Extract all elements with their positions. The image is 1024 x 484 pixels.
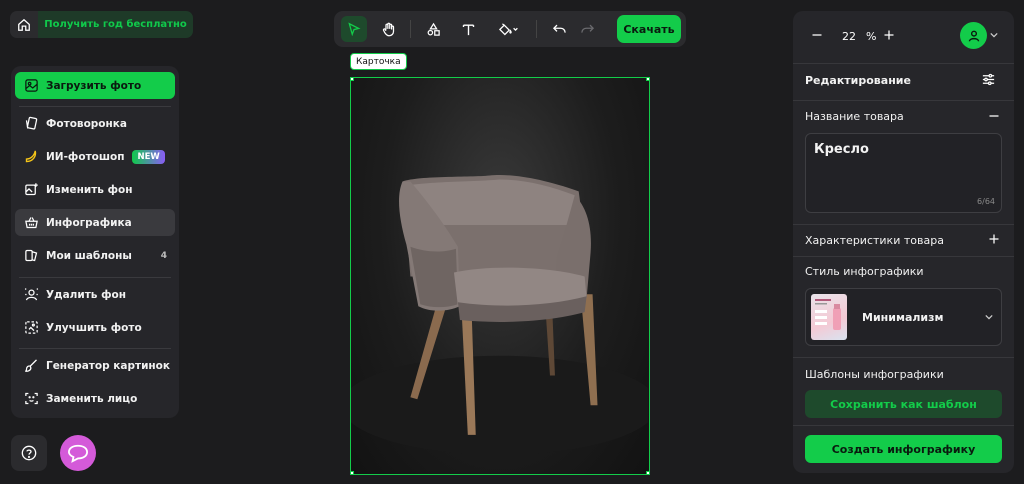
divider <box>793 357 1014 358</box>
style-name: Минимализм <box>862 310 944 324</box>
zoom-value[interactable]: 22 <box>842 30 856 43</box>
sidebar-item-label: Удалить фон <box>46 288 126 301</box>
top-toolbar: Скачать <box>334 11 686 47</box>
hand-icon <box>381 22 396 37</box>
product-name-field[interactable]: Кресло 6/64 <box>805 133 1002 213</box>
divider <box>19 277 171 278</box>
editing-title: Редактирование <box>805 74 911 87</box>
resize-handle[interactable] <box>646 78 649 81</box>
divider <box>793 100 1014 101</box>
divider <box>19 348 171 349</box>
select-tool-button[interactable] <box>341 16 367 42</box>
cards-icon <box>22 115 40 133</box>
left-sidebar: Загрузить фото Фотоворонка ИИ-фотошоп NE… <box>11 66 179 418</box>
style-select[interactable]: Минимализм <box>805 288 1002 346</box>
sidebar-item-label: Фотоворонка <box>46 117 127 130</box>
zoom-out-button[interactable] <box>811 29 823 41</box>
divider <box>19 106 171 107</box>
sidebar-item-change-background[interactable]: Изменить фон <box>15 176 175 203</box>
product-name-value: Кресло <box>814 142 869 157</box>
sidebar-item-remove-background[interactable]: Удалить фон <box>15 281 175 308</box>
divider <box>536 20 537 38</box>
sidebar-item-upload-photo[interactable]: Загрузить фото <box>15 72 175 99</box>
enhance-icon <box>22 319 40 337</box>
collapse-minus-icon[interactable] <box>988 110 1000 122</box>
new-badge: NEW <box>132 149 165 164</box>
sidebar-item-label: ИИ-фотошоп <box>46 150 125 163</box>
sidebar-item-face-swap[interactable]: Заменить лицо <box>15 385 175 412</box>
divider <box>793 256 1014 257</box>
style-thumbnail <box>811 294 847 340</box>
help-button[interactable] <box>11 435 47 471</box>
sidebar-item-my-templates[interactable]: Мои шаблоны 4 <box>15 242 175 269</box>
face-scan-icon <box>22 390 40 408</box>
upload-image-icon <box>22 77 40 95</box>
shapes-icon <box>426 22 441 37</box>
expand-plus-icon[interactable] <box>988 233 1000 245</box>
sidebar-item-enhance-photo[interactable]: Улучшить фото <box>15 314 175 341</box>
chair-image <box>351 175 648 455</box>
product-name-title: Название товара <box>805 110 904 123</box>
resize-handle[interactable] <box>351 471 354 474</box>
settings-sliders-icon[interactable] <box>981 72 996 87</box>
basket-icon <box>22 214 40 232</box>
text-tool-button[interactable] <box>455 16 481 42</box>
download-button[interactable]: Скачать <box>617 15 681 43</box>
zoom-unit: % <box>866 30 877 43</box>
zoom-in-button[interactable] <box>883 29 895 41</box>
banana-icon <box>22 148 40 166</box>
undo-button[interactable] <box>546 16 572 42</box>
sidebar-item-ai-photoshop[interactable]: ИИ-фотошоп NEW <box>15 143 175 170</box>
text-icon <box>461 22 476 37</box>
char-counter: 6/64 <box>977 197 995 206</box>
home-icon <box>17 18 31 32</box>
paint-bucket-icon <box>497 22 519 37</box>
sidebar-item-label: Заменить лицо <box>46 392 138 405</box>
save-template-button[interactable]: Сохранить как шаблон <box>805 390 1002 418</box>
sidebar-item-label: Улучшить фото <box>46 321 142 334</box>
undo-icon <box>552 22 567 37</box>
user-icon <box>967 29 981 43</box>
divider <box>793 224 1014 225</box>
characteristics-title[interactable]: Характеристики товара <box>805 234 944 247</box>
home-button[interactable] <box>10 11 38 38</box>
remove-bg-icon <box>22 286 40 304</box>
sidebar-item-label: Изменить фон <box>46 183 133 196</box>
templates-count: 4 <box>160 250 167 261</box>
right-panel: 22 % Редактирование Название товара Крес… <box>793 11 1014 473</box>
image-plus-icon <box>22 181 40 199</box>
redo-icon <box>580 22 595 37</box>
resize-handle[interactable] <box>646 471 649 474</box>
divider <box>410 20 411 38</box>
create-infographic-button[interactable]: Создать инфографику <box>805 435 1002 463</box>
sidebar-item-label: Загрузить фото <box>46 79 142 92</box>
cursor-icon <box>347 22 361 36</box>
style-title: Стиль инфографики <box>805 265 924 278</box>
resize-handle[interactable] <box>351 78 354 81</box>
chevron-down-icon <box>985 314 993 320</box>
chevron-down-icon[interactable] <box>990 32 998 38</box>
chat-button[interactable] <box>60 435 96 471</box>
divider <box>793 63 1014 64</box>
free-year-button[interactable]: Получить год бесплатно <box>38 11 193 38</box>
card-label: Карточка <box>350 53 407 70</box>
templates-title: Шаблоны инфографики <box>805 368 944 381</box>
question-icon <box>21 445 37 461</box>
divider <box>793 425 1014 426</box>
chat-bubble-icon <box>67 443 89 463</box>
fill-tool-button[interactable] <box>490 16 526 42</box>
sidebar-item-label: Инфографика <box>46 216 132 229</box>
sidebar-item-infographics[interactable]: Инфографика <box>15 209 175 236</box>
sidebar-item-image-generator[interactable]: Генератор картинок <box>15 352 175 379</box>
user-avatar[interactable] <box>960 22 987 49</box>
sidebar-item-photo-funnel[interactable]: Фотоворонка <box>15 110 175 137</box>
templates-icon <box>22 247 40 265</box>
sidebar-item-label: Генератор картинок <box>46 359 171 372</box>
pan-tool-button[interactable] <box>375 16 401 42</box>
shapes-tool-button[interactable] <box>420 16 446 42</box>
sidebar-item-label: Мои шаблоны <box>46 249 132 262</box>
redo-button[interactable] <box>574 16 600 42</box>
brush-icon <box>22 357 40 375</box>
card-canvas[interactable] <box>350 77 650 475</box>
